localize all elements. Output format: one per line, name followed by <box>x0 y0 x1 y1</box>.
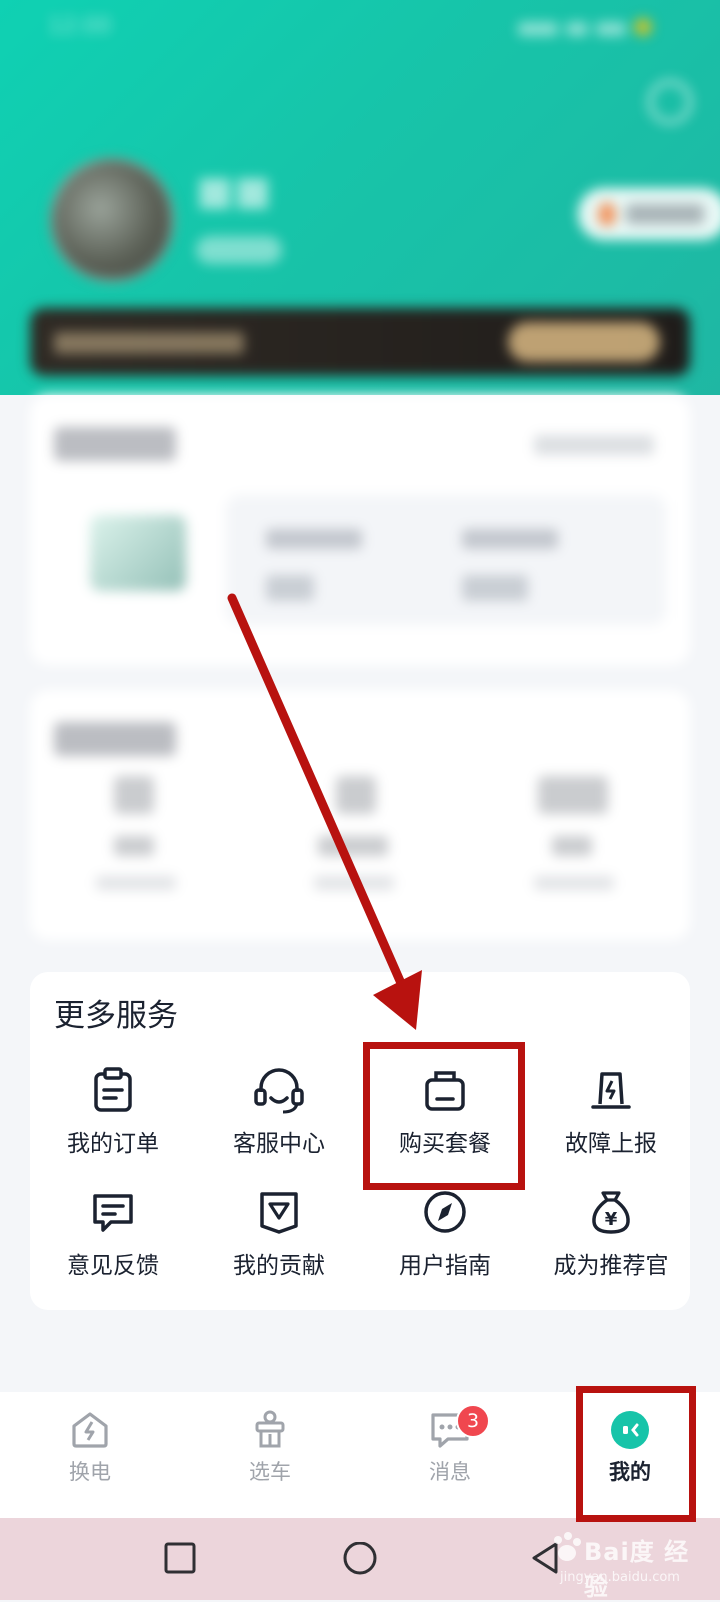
annotation-highlight-mine-tab <box>576 1386 696 1522</box>
watermark-url: jingyan.baidu.com <box>560 1570 680 1585</box>
baidu-paw-icon <box>554 1532 581 1561</box>
watermark-brand: Bai度 经验 <box>584 1538 690 1601</box>
watermark: Bai度 经验 jingyan.baidu.com <box>548 1530 708 1601</box>
annotation-highlight-buy-package <box>363 1042 525 1190</box>
annotation-arrow <box>227 593 422 1030</box>
